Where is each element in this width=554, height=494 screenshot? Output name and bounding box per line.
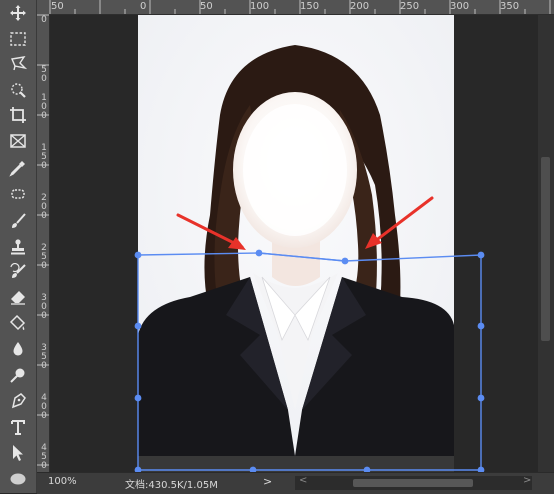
vertical-scroll-thumb[interactable] xyxy=(541,157,550,341)
ruler-left-label: 1 5 0 xyxy=(41,143,47,171)
ruler-left-label: 4 0 0 xyxy=(41,393,47,421)
tools-panel xyxy=(0,0,37,493)
ruler-top-label: 250 xyxy=(400,1,420,12)
document-info: 文档:430.5K/1.05M xyxy=(125,480,218,491)
frame-icon[interactable] xyxy=(6,130,30,152)
paint-bucket-icon[interactable] xyxy=(6,312,30,334)
ruler-top-label: 300 xyxy=(450,1,470,12)
status-bar: 100% 文档:430.5K/1.05M > < > xyxy=(37,472,554,494)
healing-brush-icon[interactable] xyxy=(6,183,30,205)
brush-icon[interactable] xyxy=(6,210,30,232)
ruler-top-label: 150 xyxy=(300,1,320,12)
ellipse-icon[interactable] xyxy=(6,468,30,490)
ruler-left-label: 2 5 0 xyxy=(41,243,47,271)
ruler-left-label: 3 5 0 xyxy=(41,343,47,371)
ruler-top-label: 350 xyxy=(500,1,520,12)
id-photo-document[interactable] xyxy=(50,15,538,472)
ruler-left-label: 0 xyxy=(41,15,47,25)
vertical-scrollbar[interactable] xyxy=(538,15,554,472)
ruler-left-label: 2 0 0 xyxy=(41,193,47,221)
zoom-level[interactable]: 100% xyxy=(48,476,77,487)
ruler-left[interactable]: 0 5 0 1 0 0 1 5 0 2 0 0 2 5 0 3 0 0 3 5 … xyxy=(37,14,50,472)
ruler-top-label: 100 xyxy=(250,1,270,12)
crop-icon[interactable] xyxy=(6,104,30,126)
move-tool-icon[interactable] xyxy=(6,2,30,24)
ruler-top-label: 50 xyxy=(200,1,213,12)
dodge-icon[interactable] xyxy=(6,364,30,386)
horizontal-scrollbar[interactable]: < > xyxy=(295,475,532,490)
status-menu-arrow-icon[interactable]: > xyxy=(263,475,272,488)
path-selection-icon[interactable] xyxy=(6,442,30,464)
ruler-top[interactable]: 50 0 50 100 150 200 250 300 350 xyxy=(49,0,554,15)
scroll-right-icon[interactable]: > xyxy=(523,475,531,486)
history-brush-icon[interactable] xyxy=(6,261,30,283)
ruler-top-label: 0 xyxy=(140,1,147,12)
scroll-left-icon[interactable]: < xyxy=(299,475,307,486)
type-icon[interactable] xyxy=(6,416,30,438)
ruler-top-label: 50 xyxy=(51,1,64,12)
horizontal-scroll-thumb[interactable] xyxy=(353,479,473,487)
ruler-left-label: 5 0 xyxy=(41,65,47,84)
ruler-left-label: 3 0 0 xyxy=(41,293,47,321)
document-canvas[interactable] xyxy=(50,15,538,472)
ruler-corner xyxy=(37,0,49,14)
quick-selection-icon[interactable] xyxy=(6,79,30,101)
clone-stamp-icon[interactable] xyxy=(6,236,30,258)
ruler-left-label: 1 0 0 xyxy=(41,93,47,121)
ruler-left-label: 4 5 0 xyxy=(41,443,47,471)
lasso-icon[interactable] xyxy=(6,52,30,74)
marquee-icon[interactable] xyxy=(6,28,30,50)
eyedropper-icon[interactable] xyxy=(6,157,30,179)
pen-icon[interactable] xyxy=(6,390,30,412)
blur-drop-icon[interactable] xyxy=(6,338,30,360)
ruler-top-label: 200 xyxy=(350,1,370,12)
eraser-icon[interactable] xyxy=(6,286,30,308)
face-highlight xyxy=(243,104,347,236)
